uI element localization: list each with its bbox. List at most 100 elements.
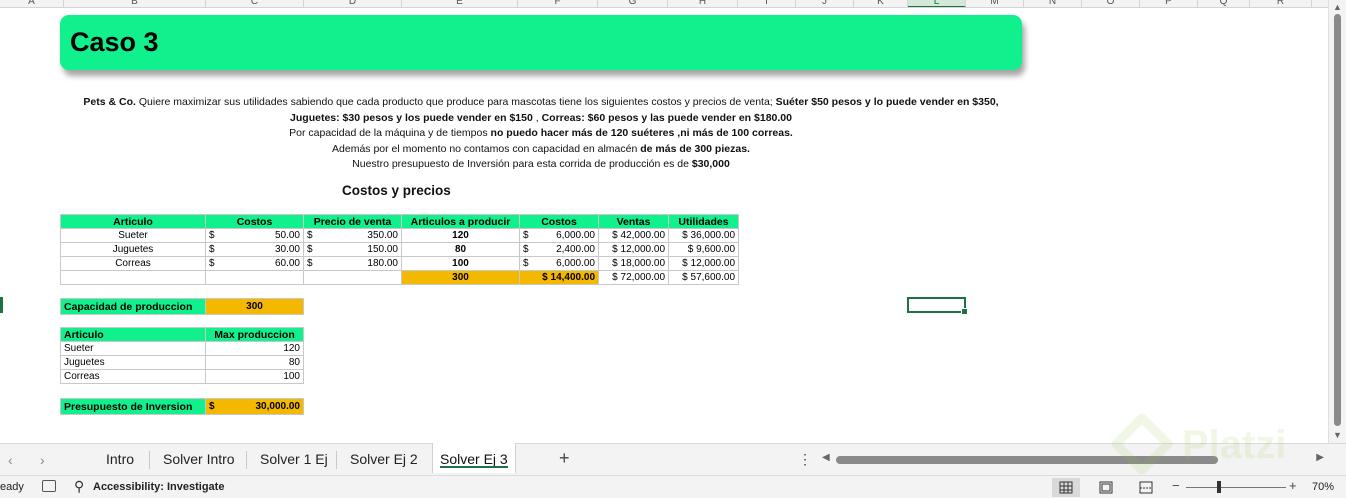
page-layout-view-button[interactable] [1092, 478, 1120, 497]
zoom-slider-handle[interactable] [1217, 481, 1221, 493]
cell-max[interactable]: 80 [205, 355, 304, 370]
title-banner[interactable]: Caso 3 [60, 15, 1022, 70]
total-costos[interactable]: $ 14,400.00 [519, 270, 599, 285]
cell-costos[interactable]: $6,000.00 [519, 256, 599, 271]
column-header-b[interactable]: B [64, 0, 206, 7]
section-title[interactable]: Costos y precios [342, 183, 451, 198]
column-header-d[interactable]: D [304, 0, 402, 7]
column-header-k[interactable]: K [854, 0, 908, 7]
cell-producir[interactable]: 120 [401, 228, 520, 243]
scroll-left-icon[interactable]: ◀ [822, 452, 830, 463]
column-header-e[interactable]: E [402, 0, 518, 7]
cell-ventas[interactable]: $ 42,000.00 [598, 228, 669, 243]
cell-costos[interactable]: $6,000.00 [519, 228, 599, 243]
header-costos[interactable]: Costos [205, 214, 304, 229]
budget-value-cell[interactable]: $30,000.00 [205, 398, 304, 415]
cell-value: 30.00 [274, 244, 300, 255]
column-header-o[interactable]: O [1082, 0, 1140, 7]
accessibility-status[interactable]: Accessibility: Investigate [93, 481, 224, 493]
zoom-slider[interactable] [1186, 487, 1286, 488]
tab-solver-ej-3[interactable]: Solver Ej 3 [440, 451, 508, 467]
cell-articulo[interactable]: Correas [60, 256, 206, 271]
total-ventas[interactable]: $ 72,000.00 [598, 270, 669, 285]
column-header-i[interactable]: I [738, 0, 796, 7]
worksheet-grid[interactable]: Caso 3 Pets & Co. Quiere maximizar sus u… [0, 9, 1328, 443]
vertical-scrollbar[interactable]: ▲ ▼ [1328, 0, 1346, 443]
cell-precio[interactable]: $150.00 [303, 242, 402, 257]
cell-producir[interactable]: 100 [401, 256, 520, 271]
column-header-p[interactable]: P [1140, 0, 1198, 7]
header-max-produccion[interactable]: Max produccion [205, 327, 304, 342]
cell-precio[interactable]: $350.00 [303, 228, 402, 243]
column-header-q[interactable]: Q [1198, 0, 1250, 7]
column-header-m[interactable]: M [966, 0, 1024, 7]
column-header-j[interactable]: J [796, 0, 854, 7]
total-utilidades[interactable]: $ 57,600.00 [668, 270, 739, 285]
tab-divider [246, 451, 247, 469]
column-header-f[interactable]: F [518, 0, 598, 7]
cell-value: 350.00 [367, 230, 398, 241]
total-producir[interactable]: 300 [401, 270, 520, 285]
header-articulo[interactable]: Articulo [60, 327, 206, 342]
cell-articulo[interactable]: Sueter [60, 228, 206, 243]
header-precio-venta[interactable]: Precio de venta [303, 214, 402, 229]
cell-empty[interactable] [205, 270, 304, 285]
tab-intro[interactable]: Intro [106, 451, 134, 467]
capacity-value[interactable]: 300 [205, 298, 304, 315]
description-text: Quiere maximizar sus utilidades sabiendo… [135, 96, 776, 108]
cell-utilidades[interactable]: $ 36,000.00 [668, 228, 739, 243]
capacity-label[interactable]: Capacidad de produccion [60, 298, 206, 315]
chevron-right-icon[interactable]: › [40, 452, 45, 468]
tab-solver-ej-2[interactable]: Solver Ej 2 [350, 451, 418, 467]
more-options-icon[interactable]: ⋮ [798, 451, 812, 468]
column-header-l[interactable]: L [908, 0, 966, 7]
cell-costo[interactable]: $50.00 [205, 228, 304, 243]
macro-recording-icon[interactable] [42, 480, 56, 492]
cell-utilidades[interactable]: $ 9,600.00 [668, 242, 739, 257]
cell-articulo[interactable]: Correas [60, 369, 206, 384]
cell-costo[interactable]: $30.00 [205, 242, 304, 257]
page-break-view-button[interactable] [1132, 478, 1160, 497]
add-sheet-icon[interactable]: + [559, 448, 570, 469]
tab-solver-1-ej[interactable]: Solver 1 Ej [260, 451, 328, 467]
cell-articulo[interactable]: Sueter [60, 341, 206, 356]
tab-solver-intro[interactable]: Solver Intro [163, 451, 235, 467]
problem-description[interactable]: Pets & Co. Quiere maximizar sus utilidad… [60, 95, 1022, 173]
cell-ventas[interactable]: $ 12,000.00 [598, 242, 669, 257]
cell-costos[interactable]: $2,400.00 [519, 242, 599, 257]
cell-empty[interactable] [60, 270, 206, 285]
zoom-in-button[interactable]: + [1289, 478, 1297, 493]
company-name: Pets & Co. [83, 96, 136, 108]
header-utilidades[interactable]: Utilidades [668, 214, 739, 229]
chevron-left-icon[interactable]: ‹ [8, 452, 13, 468]
column-header-a[interactable]: A [0, 0, 64, 7]
cell-empty[interactable] [303, 270, 402, 285]
cell-articulo[interactable]: Juguetes [60, 355, 206, 370]
cell-utilidades[interactable]: $ 12,000.00 [668, 256, 739, 271]
header-articulos-producir[interactable]: Articulos a producir [401, 214, 520, 229]
header-articulo[interactable]: Articulo [60, 214, 206, 229]
column-header-h[interactable]: H [668, 0, 738, 7]
scroll-up-icon[interactable]: ▲ [1333, 2, 1342, 12]
column-header-g[interactable]: G [598, 0, 668, 7]
cell-articulo[interactable]: Juguetes [60, 242, 206, 257]
header-costos-total[interactable]: Costos [519, 214, 599, 229]
column-header-n[interactable]: N [1024, 0, 1082, 7]
cell-costo[interactable]: $60.00 [205, 256, 304, 271]
vertical-scroll-thumb[interactable] [1334, 14, 1341, 426]
zoom-level[interactable]: 70% [1312, 481, 1334, 493]
platzi-watermark: Platzi [1112, 414, 1286, 474]
budget-label[interactable]: Presupuesto de Inversion [60, 398, 206, 415]
cell-max[interactable]: 120 [205, 341, 304, 356]
zoom-out-button[interactable]: − [1172, 478, 1180, 493]
cell-max[interactable]: 100 [205, 369, 304, 384]
cell-producir[interactable]: 80 [401, 242, 520, 257]
active-cell-selection[interactable] [907, 297, 968, 315]
column-header-r[interactable]: R [1250, 0, 1312, 7]
accessibility-icon[interactable]: ⚲ [74, 478, 84, 495]
cell-ventas[interactable]: $ 18,000.00 [598, 256, 669, 271]
column-header-c[interactable]: C [206, 0, 304, 7]
normal-view-button[interactable] [1052, 478, 1080, 497]
cell-precio[interactable]: $180.00 [303, 256, 402, 271]
header-ventas[interactable]: Ventas [598, 214, 669, 229]
